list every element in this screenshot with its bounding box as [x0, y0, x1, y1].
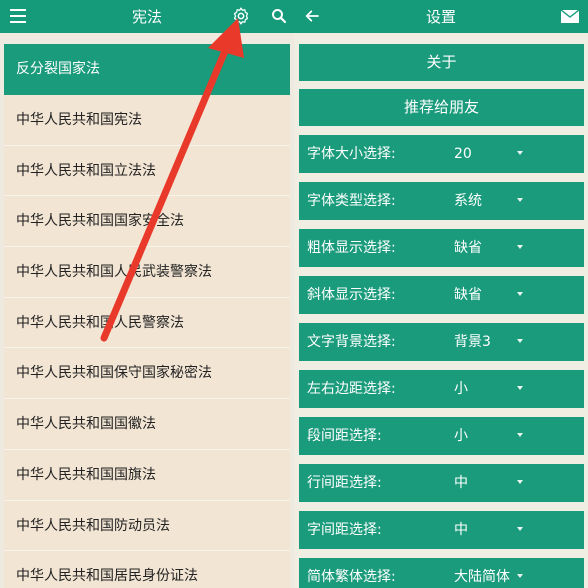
setting-label: 行间距选择:: [307, 475, 382, 491]
setting-font-size[interactable]: 字体大小选择: 20: [299, 135, 584, 173]
law-item[interactable]: 中华人民共和国居民身份证法: [4, 551, 290, 588]
right-title: 设置: [425, 8, 456, 26]
right-top-bar: 设置: [294, 0, 588, 33]
law-item-selected[interactable]: 反分裂国家法: [4, 44, 290, 95]
setting-value: 大陆简体: [454, 569, 510, 585]
right-screen: 设置 关于 推荐给朋友 字体大小选择: 20 字体类型选择: 系统 粗体显示选择…: [294, 0, 588, 588]
dropdown-caret-icon: [517, 480, 523, 484]
law-item[interactable]: 中华人民共和国人民警察法: [4, 297, 290, 349]
law-item[interactable]: 中华人民共和国国旗法: [4, 449, 290, 501]
dropdown-caret-icon: [517, 386, 523, 390]
dropdown-caret-icon: [517, 574, 523, 578]
law-item[interactable]: 中华人民共和国宪法: [4, 95, 290, 146]
setting-value: 缺省: [454, 240, 482, 256]
setting-value: 系统: [454, 193, 482, 209]
setting-text-background[interactable]: 文字背景选择: 背景3: [299, 323, 584, 361]
law-item[interactable]: 中华人民共和国国徽法: [4, 399, 290, 450]
dropdown-caret-icon: [517, 245, 523, 249]
setting-line-spacing[interactable]: 行间距选择: 中: [299, 464, 584, 502]
mail-icon[interactable]: [560, 9, 580, 24]
law-item[interactable]: 中华人民共和国保守国家秘密法: [4, 348, 290, 400]
setting-bold[interactable]: 粗体显示选择: 缺省: [299, 229, 584, 267]
setting-value: 20: [454, 146, 472, 162]
setting-label: 文字背景选择:: [307, 334, 396, 350]
setting-label: 字体类型选择:: [307, 193, 396, 209]
left-screen: 宪法 反分裂国家法 中华人民共和国宪法 中华人民共和国立法法 中华人民共和国国家…: [0, 0, 294, 588]
setting-value: 背景3: [454, 334, 491, 350]
setting-label: 字间距选择:: [307, 522, 382, 538]
search-icon[interactable]: [270, 7, 288, 25]
setting-value: 小: [454, 428, 468, 444]
law-list: 中华人民共和国宪法 中华人民共和国立法法 中华人民共和国国家安全法 中华人民共和…: [4, 95, 290, 588]
dropdown-caret-icon: [517, 292, 523, 296]
setting-label: 段间距选择:: [307, 428, 382, 444]
setting-label: 左右边距选择:: [307, 381, 396, 397]
setting-script-variant[interactable]: 简体繁体选择: 大陆简体: [299, 558, 584, 588]
about-button[interactable]: 关于: [299, 44, 584, 81]
law-item[interactable]: 中华人民共和国立法法: [4, 145, 290, 197]
dropdown-caret-icon: [517, 433, 523, 437]
setting-label: 字体大小选择:: [307, 146, 396, 162]
dropdown-caret-icon: [517, 151, 523, 155]
setting-value: 缺省: [454, 287, 482, 303]
setting-value: 中: [454, 522, 468, 538]
dropdown-caret-icon: [517, 527, 523, 531]
setting-side-margin[interactable]: 左右边距选择: 小: [299, 370, 584, 408]
dropdown-caret-icon: [517, 198, 523, 202]
law-item[interactable]: 中华人民共和国人民武装警察法: [4, 247, 290, 298]
settings-gear-icon[interactable]: [231, 6, 251, 26]
left-top-bar: 宪法: [0, 0, 294, 33]
setting-value: 小: [454, 381, 468, 397]
setting-letter-spacing[interactable]: 字间距选择: 中: [299, 511, 584, 549]
setting-label: 斜体显示选择:: [307, 287, 396, 303]
setting-paragraph-spacing[interactable]: 段间距选择: 小: [299, 417, 584, 455]
setting-value: 中: [454, 475, 468, 491]
law-item[interactable]: 中华人民共和国国家安全法: [4, 196, 290, 248]
setting-font-type[interactable]: 字体类型选择: 系统: [299, 182, 584, 220]
law-item[interactable]: 中华人民共和国防动员法: [4, 500, 290, 552]
setting-label: 粗体显示选择:: [307, 240, 396, 256]
setting-italic[interactable]: 斜体显示选择: 缺省: [299, 276, 584, 314]
setting-label: 简体繁体选择:: [307, 569, 396, 585]
dropdown-caret-icon: [517, 339, 523, 343]
recommend-button[interactable]: 推荐给朋友: [299, 89, 584, 126]
